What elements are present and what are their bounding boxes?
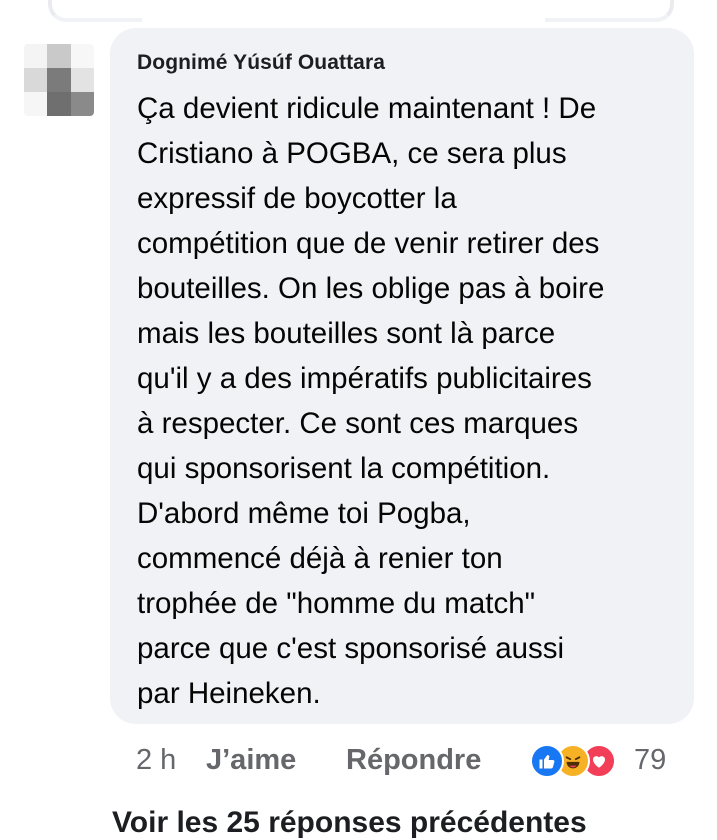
reaction-summary[interactable] — [530, 744, 616, 778]
view-previous-replies-link[interactable]: Voir les 25 réponses précédentes — [112, 806, 587, 840]
comment-line: D'abord même toi Pogba, — [137, 497, 471, 530]
comment-timestamp[interactable]: 2 h — [136, 744, 206, 777]
comment-line: qu'il y a des impératifs publicitaires — [137, 362, 592, 395]
previous-comment-thread-line — [48, 0, 142, 22]
comment-line: compétition que de venir retirer des — [137, 227, 600, 260]
comment-line: Ça devient ridicule maintenant ! De — [137, 92, 597, 125]
comment-actions: 2 h J’aime Répondre — [136, 740, 481, 780]
comment-line: mais les bouteilles sont là parce — [137, 317, 556, 350]
comment-line: parce que c'est sponsorisé aussi — [137, 632, 565, 665]
reaction-count[interactable]: 79 — [634, 740, 666, 780]
comment-line: à respecter. Ce sont ces marques — [137, 407, 579, 440]
comment-line: par Heineken. — [137, 677, 321, 710]
like-icon — [530, 744, 564, 778]
avatar[interactable] — [24, 44, 94, 116]
comment-text: Ça devient ridicule maintenant ! De Cris… — [137, 86, 687, 716]
comment-line: trophée de "homme du match" — [137, 587, 536, 620]
comment-author[interactable]: Dognimé Yúsúf Ouattara — [137, 51, 385, 75]
comment-line: expressif de boycotter la — [137, 182, 457, 215]
comment-line: qui sponsorisent la compétition. — [137, 452, 551, 485]
previous-comment-bubble-edge — [545, 0, 674, 22]
comment-line: commencé déjà à renier ton — [137, 542, 503, 575]
comment-line: bouteilles. On les oblige pas à boire — [137, 272, 605, 305]
like-button[interactable]: J’aime — [206, 744, 346, 777]
comment-line: Cristiano à POGBA, ce sera plus — [137, 137, 567, 170]
reply-button[interactable]: Répondre — [346, 744, 481, 777]
